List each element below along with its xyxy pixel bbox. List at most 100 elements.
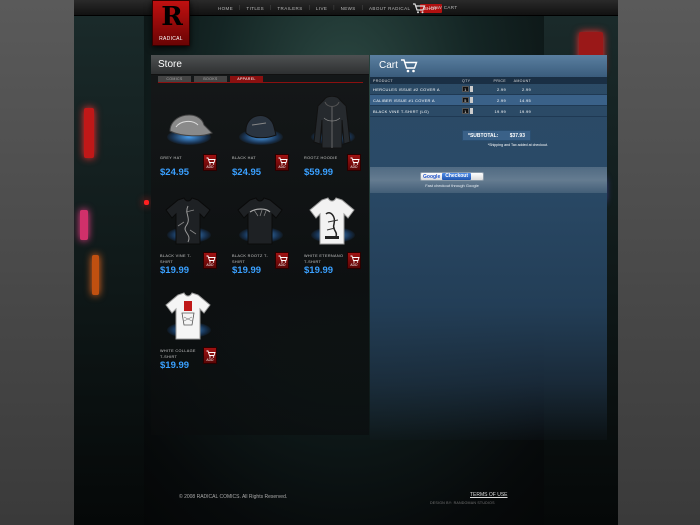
nav-news[interactable]: NEWS	[335, 6, 362, 11]
nav-titles[interactable]: TITLES	[240, 6, 270, 11]
checkout-label: Checkout	[442, 173, 472, 180]
product-card: BLACK HAT $24.95 ADD	[227, 95, 297, 187]
cart-title-bar: Cart	[370, 55, 607, 77]
col-amount: AMOUNT	[513, 78, 531, 83]
add-label: ADD	[206, 358, 214, 362]
store-title: Store	[158, 59, 182, 70]
subtotal: *SUBTOTAL: $37.93	[462, 130, 531, 141]
add-label: ADD	[278, 263, 286, 267]
subtotal-label: *SUBTOTAL:	[468, 132, 499, 139]
nav-trailers[interactable]: TRAILERS	[271, 6, 308, 11]
product-image[interactable]	[231, 95, 289, 151]
cart-product: HERCULES ISSUE #2 COVER A	[373, 86, 440, 92]
cart-product: BLACK VINE T-SHIRT (LG)	[373, 108, 430, 114]
add-to-cart-button[interactable]: ADD	[347, 154, 361, 171]
cart-row: BLACK VINE T-SHIRT (LG) 1 19.99 19.99	[370, 106, 607, 117]
cart-icon	[412, 1, 426, 14]
add-label: ADD	[350, 263, 358, 267]
product-price: $19.99	[160, 360, 190, 371]
site-frame: HOME | TITLES | TRAILERS | LIVE | NEWS |…	[74, 0, 618, 525]
cart-amount: 14.95	[519, 97, 531, 103]
add-label: ADD	[206, 263, 214, 267]
qty-stepper[interactable]: 1	[462, 108, 486, 114]
product-name: WHITE COLLAGE T-SHIRT	[160, 349, 196, 359]
nav-about[interactable]: ABOUT RADICAL	[363, 6, 416, 11]
neon-sign	[84, 108, 94, 158]
shipping-note: *Shipping and Tax added at checkout.	[487, 143, 548, 147]
qty-input[interactable]: 1	[462, 86, 469, 92]
copyright: © 2008 RADICAL COMICS. All Rights Reserv…	[179, 494, 288, 500]
product-name: WHITE ETERNANO T-SHIRT	[304, 254, 344, 264]
product-name: ROOTZ HOODIE	[304, 156, 338, 160]
hat-icon	[245, 115, 277, 139]
product-card: ROOTZ HOODIE $59.99 ADD	[299, 95, 369, 187]
cart-panel: Cart PRODUCT QTY PRICE AMOUNT HERCULES I…	[370, 55, 607, 440]
cart-icon	[400, 58, 418, 78]
qty-stepper[interactable]: 1	[462, 86, 486, 92]
product-card: BLACK ROOTZ T-SHIRT $19.99 ADD	[227, 193, 297, 285]
product-price: $24.95	[160, 167, 190, 178]
checkout-tagline: Fast checkout through Google	[425, 183, 479, 188]
qty-input[interactable]: 5	[462, 97, 469, 103]
hoodie-icon	[313, 96, 351, 149]
qty-input[interactable]: 1	[462, 108, 469, 114]
product-price: $19.99	[304, 265, 334, 276]
product-name: BLACK VINE T-SHIRT	[160, 254, 192, 264]
cart-amount: 2.99	[522, 86, 531, 92]
add-to-cart-button[interactable]: ADD	[347, 252, 361, 269]
product-price: $59.99	[304, 167, 334, 178]
view-cart-link[interactable]: VIEW CART	[412, 1, 458, 14]
neon-sign	[92, 255, 99, 295]
product-card: WHITE COLLAGE T-SHIRT $19.99 ADD	[155, 288, 225, 380]
product-image[interactable]	[303, 95, 361, 151]
product-price: $24.95	[232, 167, 262, 178]
radical-logo[interactable]: R RADICAL	[152, 0, 190, 46]
neon-sign	[80, 210, 88, 240]
cart-table-header: PRODUCT QTY PRICE AMOUNT	[370, 77, 607, 84]
city-bg-left	[74, 16, 144, 525]
cart-row: HERCULES ISSUE #2 COVER A 1 2.99 2.99	[370, 84, 607, 95]
product-name: BLACK ROOTZ T-SHIRT	[232, 254, 269, 264]
logo-text: RADICAL	[159, 36, 183, 42]
product-image[interactable]	[231, 193, 289, 249]
qty-spinner[interactable]	[470, 97, 473, 103]
qty-spinner[interactable]	[470, 108, 473, 114]
cart-product: CALIBER ISSUE #1 COVER A	[373, 97, 435, 103]
add-to-cart-button[interactable]: ADD	[203, 154, 217, 171]
design-credit[interactable]: DESIGN BY: RANDOMAN STUDIOS	[430, 501, 495, 505]
add-to-cart-button[interactable]: ADD	[275, 154, 289, 171]
add-label: ADD	[206, 165, 214, 169]
subtotal-value: $37.93	[509, 132, 525, 139]
product-image[interactable]	[159, 288, 217, 344]
google-checkout-button[interactable]: Google Checkout	[420, 172, 484, 181]
product-image[interactable]	[159, 95, 217, 151]
nav-live[interactable]: LIVE	[310, 6, 333, 11]
col-product: PRODUCT	[373, 78, 393, 83]
add-to-cart-button[interactable]: ADD	[275, 252, 289, 269]
add-to-cart-button[interactable]: ADD	[203, 252, 217, 269]
store-panel: Store COMICS BOOKS APPAREL GREY HAT $24.…	[151, 55, 369, 435]
cart-price: 2.99	[497, 97, 506, 103]
product-image[interactable]	[303, 193, 361, 249]
add-label: ADD	[350, 165, 358, 169]
hat-icon	[169, 114, 213, 137]
view-cart-label: VIEW CART	[429, 4, 458, 10]
add-label: ADD	[278, 165, 286, 169]
qty-spinner[interactable]	[470, 86, 473, 92]
google-label: Google	[423, 173, 441, 180]
nav-home[interactable]: HOME	[212, 6, 239, 11]
add-to-cart-button[interactable]: ADD	[203, 347, 217, 364]
terms-of-use-link[interactable]: TERMS OF USE	[470, 492, 508, 498]
tshirt-icon	[165, 197, 211, 245]
cart-title: Cart	[379, 60, 398, 71]
product-name: GREY HAT	[160, 156, 182, 160]
product-card: BLACK VINE T-SHIRT $19.99 ADD	[155, 193, 225, 285]
qty-stepper[interactable]: 5	[462, 97, 486, 103]
tshirt-icon	[165, 292, 211, 340]
checkout-band	[370, 167, 607, 193]
product-card: WHITE ETERNANO T-SHIRT $19.99 ADD	[299, 193, 369, 285]
product-image[interactable]	[159, 193, 217, 249]
neon-light	[144, 200, 149, 205]
cart-table: PRODUCT QTY PRICE AMOUNT HERCULES ISSUE …	[370, 77, 607, 117]
store-title-bar: Store	[151, 55, 369, 75]
